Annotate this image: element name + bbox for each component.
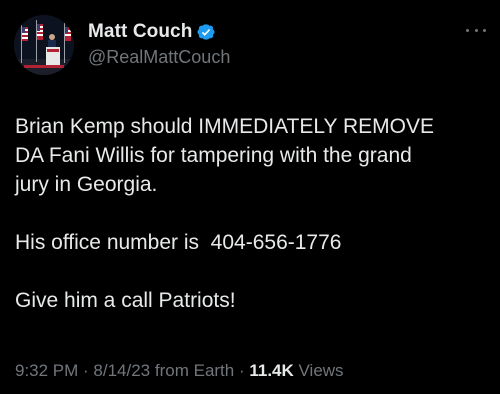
separator: · — [234, 361, 250, 380]
tweet-card: Matt Couch @RealMattCouch Brian Kemp sho… — [0, 0, 500, 394]
tweet-line: Give him a call Patriots! — [15, 289, 236, 312]
tweet-line: DA Fani Willis for tampering with the gr… — [15, 144, 412, 167]
dot — [483, 28, 486, 32]
tweet-text: Brian Kemp should IMMEDIATELY REMOVE DA F… — [15, 112, 490, 315]
display-name[interactable]: Matt Couch — [88, 21, 192, 43]
views-count[interactable]: 11.4K — [249, 361, 293, 380]
tweet-meta: 9:32 PM · 8/14/23 from Earth · 11.4K Vie… — [15, 361, 344, 381]
more-dots-icon[interactable] — [466, 26, 486, 34]
separator: · — [78, 361, 94, 380]
display-name-row: Matt Couch — [88, 20, 230, 44]
dot — [474, 28, 478, 32]
avatar[interactable] — [14, 15, 74, 75]
avatar-image — [14, 15, 74, 75]
views-label: Views — [293, 361, 344, 380]
tweet-line: jury in Georgia. — [15, 173, 158, 196]
tweet-line: Brian Kemp should IMMEDIATELY REMOVE — [15, 115, 434, 138]
dot — [466, 28, 469, 32]
tweet-line: His office number is 404-656-1776 — [15, 231, 342, 254]
timestamp-time[interactable]: 9:32 PM — [15, 361, 78, 380]
handle[interactable]: @RealMattCouch — [88, 47, 230, 68]
verified-badge-icon[interactable] — [196, 22, 216, 42]
author-header: Matt Couch @RealMattCouch — [88, 20, 230, 68]
timestamp-date[interactable]: 8/14/23 — [93, 361, 150, 380]
source-label: from Earth — [150, 361, 235, 380]
